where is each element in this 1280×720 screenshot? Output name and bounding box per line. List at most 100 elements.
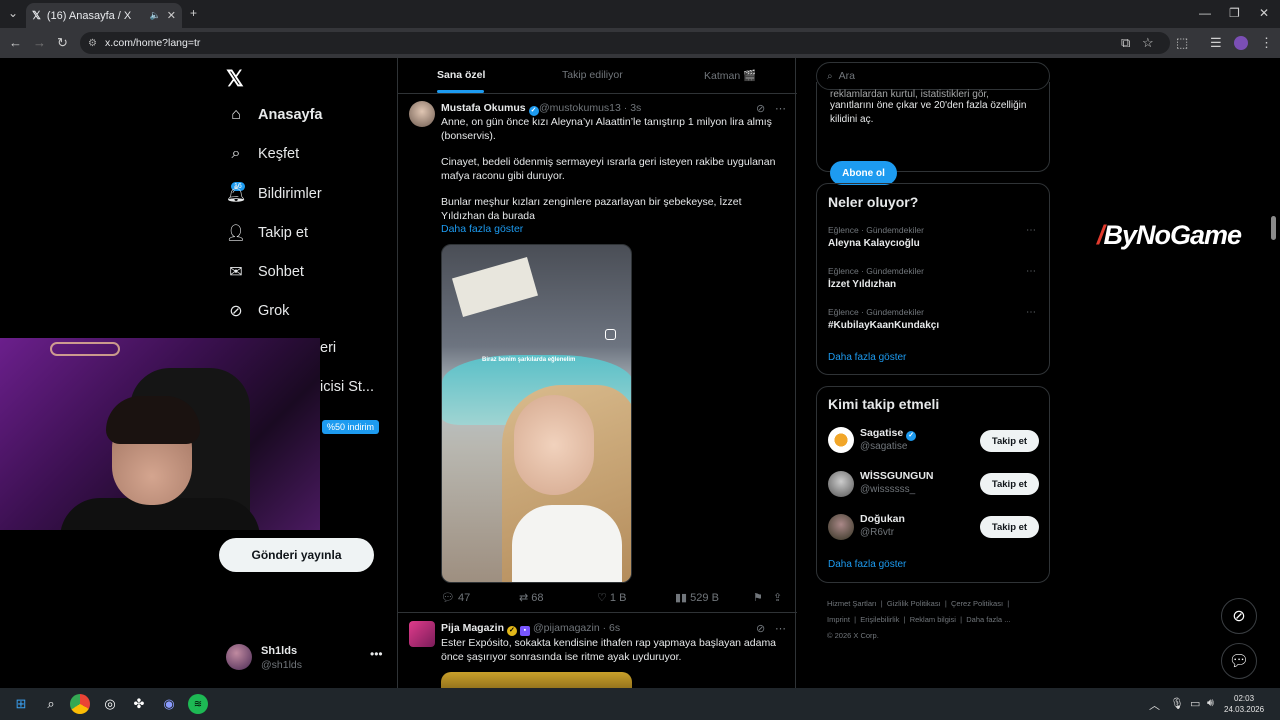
avatar[interactable] [828, 471, 854, 497]
chrome-icon[interactable] [70, 694, 90, 714]
app-icon[interactable]: ◎ [100, 694, 120, 714]
forward-icon[interactable]: → [33, 35, 46, 50]
tweet-author-handle[interactable]: @pijamagazin · 6s [533, 622, 620, 634]
app-icon[interactable]: ✤ [129, 694, 149, 714]
trends-show-more-link[interactable]: Daha fazla göster [828, 352, 906, 363]
tweet-media-video[interactable] [441, 672, 632, 688]
trend-name[interactable]: #KubilayKaanKundakçı [828, 320, 939, 331]
minimize-icon[interactable]: — [1199, 6, 1211, 20]
follow-button[interactable]: Takip et [980, 473, 1039, 495]
tab-search-icon[interactable]: ⌄ [8, 6, 18, 20]
tab-following[interactable]: Takip ediliyor [562, 69, 623, 81]
grok-explain-icon[interactable]: ⊘ [756, 622, 765, 635]
tweet-author-name[interactable]: Pija Magazin ✓ ▪ [441, 622, 530, 636]
follow-show-more-link[interactable]: Daha fazla göster [828, 559, 906, 570]
address-bar[interactable]: ⚙ x.com/home?lang=tr [80, 32, 1170, 54]
spotify-icon[interactable]: ≋ [188, 694, 208, 714]
footer-link[interactable]: Reklam bilgisi [910, 615, 956, 624]
nav-item-grok[interactable]: ⊘ Grok [226, 301, 289, 321]
menu-kebab-icon[interactable]: ⋮ [1260, 35, 1273, 51]
new-tab-icon[interactable]: + [190, 6, 197, 20]
footer-link[interactable]: Çerez Politikası [951, 599, 1003, 608]
tab-layer[interactable]: Katman 🎬 [704, 69, 756, 82]
nav-item-explore[interactable]: ⌕ Keşfet [226, 145, 300, 163]
more-icon[interactable]: ••• [370, 647, 383, 661]
browser-tab[interactable]: 𝕏 (16) Anasayfa / X 🔈 ✕ [26, 3, 182, 28]
suggested-user-name[interactable]: Sagatise ✓ [860, 427, 917, 441]
share-icon[interactable]: ⇪ [773, 591, 782, 604]
tab-close-icon[interactable]: ✕ [167, 9, 176, 22]
maximize-icon[interactable]: ❐ [1229, 6, 1240, 20]
trend-name[interactable]: Aleyna Kalaycıoğlu [828, 238, 920, 249]
scrollbar[interactable] [1271, 216, 1276, 240]
more-icon[interactable]: ⋯ [775, 622, 786, 635]
footer-link[interactable]: Daha fazla ... [966, 615, 1010, 624]
x-logo-icon[interactable]: 𝕏 [226, 66, 244, 92]
nav-item-partial-1[interactable]: eri [320, 340, 336, 356]
tweet-author-handle[interactable]: @mustokumus13 · 3s [539, 102, 641, 114]
nav-item-partial-2[interactable]: icisi St... [320, 379, 374, 395]
more-icon[interactable]: ⋯ [1026, 307, 1036, 318]
suggested-user-name[interactable]: WİSSGUNGUN [860, 470, 934, 482]
nav-item-notifications[interactable]: 🔔︎ Bildirimler [226, 184, 322, 204]
display-icon[interactable]: ▭ [1190, 697, 1200, 710]
nav-item-label: Sohbet [258, 264, 304, 280]
repost-count: 68 [531, 592, 544, 604]
more-icon[interactable]: ⋯ [775, 102, 786, 115]
view-count: 529 B [690, 592, 719, 604]
more-icon[interactable]: ⋯ [1026, 266, 1036, 277]
tray-chevron-icon[interactable]: ︿ [1149, 697, 1160, 713]
install-app-icon[interactable]: ⧉ [1121, 35, 1130, 51]
windows-start-icon[interactable]: ⊞ [11, 694, 31, 714]
footer-link[interactable]: Hizmet Şartları [827, 599, 877, 608]
tab-for-you[interactable]: Sana özel [437, 69, 485, 81]
follow-button[interactable]: Takip et [980, 430, 1039, 452]
reply-icon[interactable]: 💬︎ 47 [441, 591, 470, 604]
extensions-icon[interactable]: ⬚ [1176, 35, 1188, 51]
search-icon[interactable]: ⌕ [41, 694, 61, 714]
footer-link[interactable]: Gizlilik Politikası [887, 599, 941, 608]
discord-icon[interactable]: ◉ [159, 694, 179, 714]
bookmark-star-icon[interactable]: ☆ [1142, 35, 1154, 51]
more-icon[interactable]: ⋯ [1026, 225, 1036, 236]
subscribe-button[interactable]: Abone ol [830, 161, 897, 185]
volume-icon[interactable]: 🔊︎ [1207, 697, 1214, 710]
divider [398, 612, 797, 613]
views-icon[interactable]: ▮▮ 529 B [675, 591, 719, 604]
messages-fab-icon[interactable]: 💬︎ [1221, 643, 1257, 679]
reload-icon[interactable]: ↻ [57, 35, 68, 51]
avatar[interactable] [409, 101, 435, 127]
grok-fab-icon[interactable]: ⊘ [1221, 598, 1257, 634]
nav-item-chat[interactable]: ✉ Sohbet [226, 262, 304, 282]
trend-name[interactable]: İzzet Yıldızhan [828, 279, 896, 290]
grok-explain-icon[interactable]: ⊘ [756, 102, 765, 115]
post-button[interactable]: Gönderi yayınla [219, 538, 374, 572]
system-clock[interactable]: 02:03 24.03.2026 [1224, 693, 1264, 715]
tweet-media-video[interactable]: Biraz benim şarkılarda eğlenelim [441, 244, 632, 583]
bookmark-icon[interactable]: ⚑ [753, 591, 763, 604]
back-icon[interactable]: ← [9, 35, 22, 50]
avatar[interactable] [409, 621, 435, 647]
avatar[interactable] [828, 514, 854, 540]
nav-item-follow[interactable]: 👤︎ Takip et [226, 223, 308, 243]
nav-item-home[interactable]: ⌂ Anasayfa [226, 106, 322, 124]
account-switcher[interactable]: Sh1lds @sh1lds ••• [226, 644, 386, 674]
footer-link[interactable]: Erişilebilirlik [860, 615, 899, 624]
like-icon[interactable]: ♡ 1 B [597, 591, 626, 604]
tweet-text: Bunlar meşhur kızları zenginlere pazarla… [441, 196, 742, 222]
suggested-user-name[interactable]: Doğukan [860, 513, 905, 525]
profile-avatar-icon[interactable] [1234, 36, 1248, 50]
reading-list-icon[interactable]: ☰ [1210, 35, 1222, 51]
reply-count: 47 [458, 592, 471, 604]
footer-link[interactable]: Imprint [827, 615, 850, 624]
site-info-icon[interactable]: ⚙ [88, 38, 97, 49]
follow-button[interactable]: Takip et [980, 516, 1039, 538]
avatar[interactable] [828, 427, 854, 453]
repost-icon[interactable]: ⇄ 68 [519, 591, 544, 604]
speaker-icon[interactable]: 🔈 [150, 10, 161, 21]
tweet-author-name[interactable]: Mustafa Okumus ✓ [441, 102, 539, 116]
microphone-icon[interactable]: 🎙︎ [1170, 697, 1184, 710]
window-close-icon[interactable]: ✕ [1259, 6, 1269, 20]
grok-icon: ⊘ [229, 303, 243, 320]
show-more-link[interactable]: Daha fazla göster [441, 223, 781, 237]
